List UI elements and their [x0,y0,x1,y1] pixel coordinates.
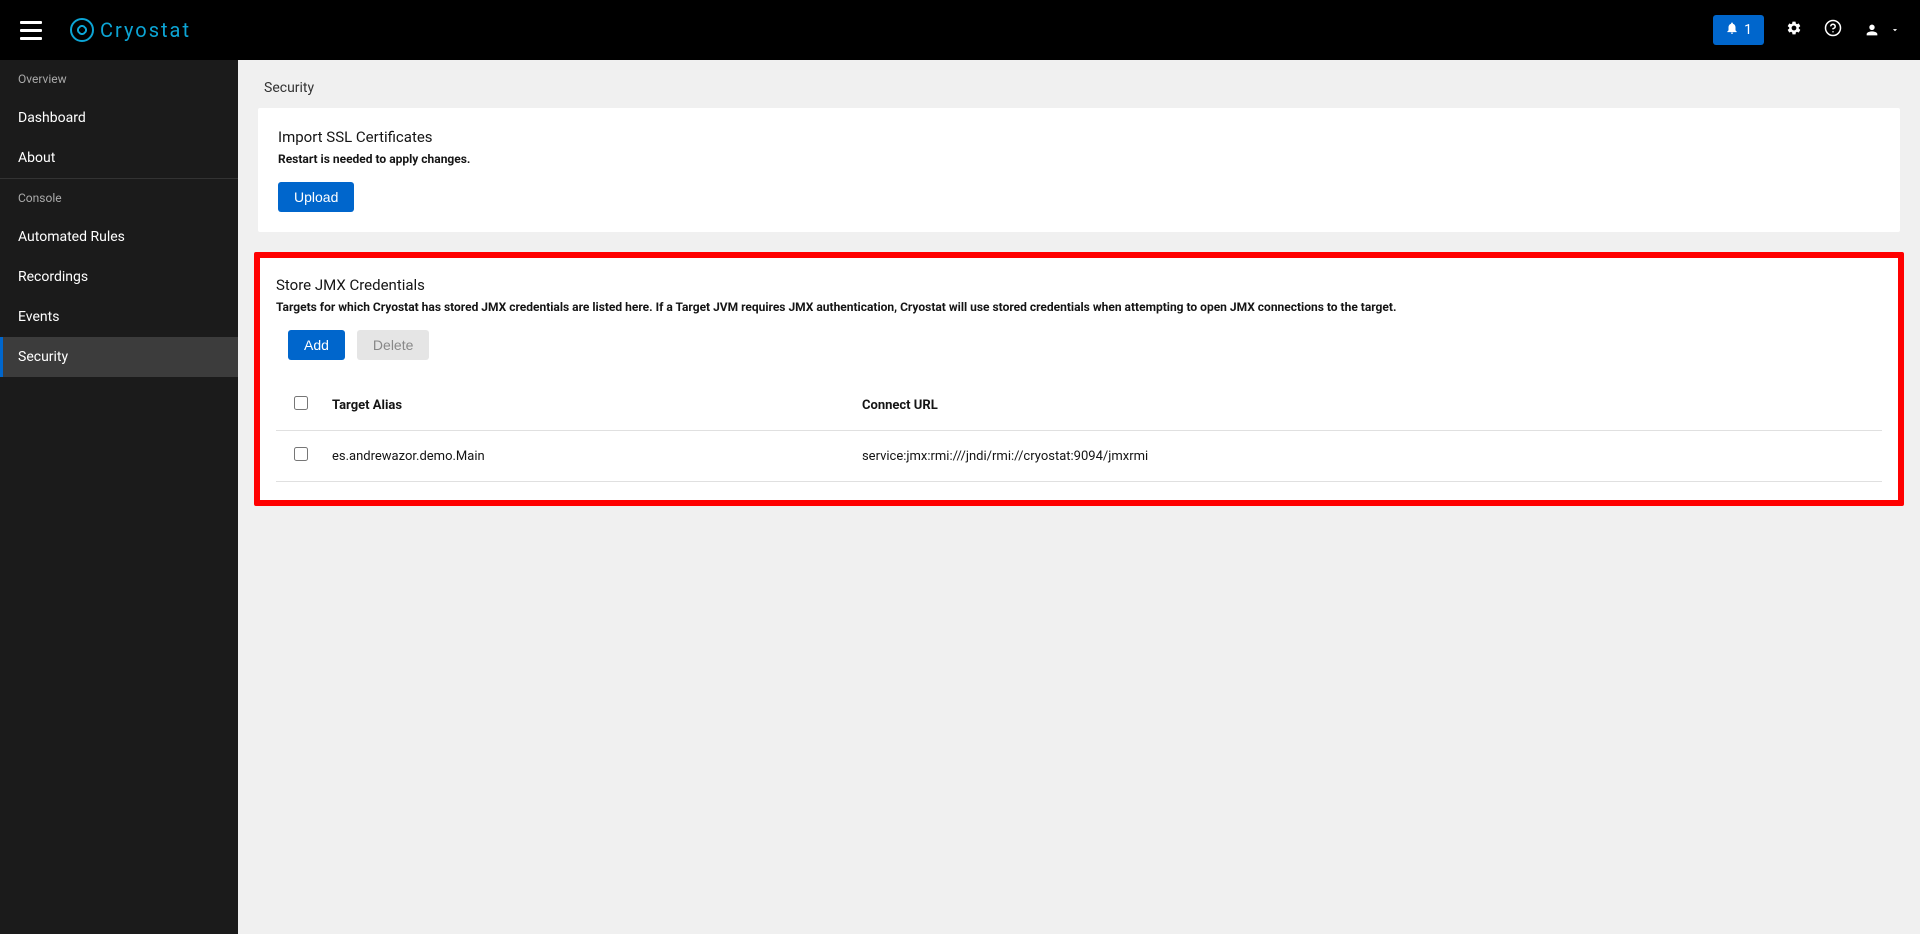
page-title: Security [258,80,1900,96]
sidebar-section-title-console: Console [0,179,238,217]
sidebar-item-about[interactable]: About [0,138,238,178]
select-all-cell [276,380,320,431]
caret-down-icon [1890,25,1900,35]
ssl-certificates-card: Import SSL Certificates Restart is neede… [258,108,1900,232]
sidebar-item-automated-rules[interactable]: Automated Rules [0,217,238,257]
help-button[interactable] [1824,19,1842,41]
table-row: es.andrewazor.demo.Main service:jmx:rmi:… [276,431,1882,482]
hamburger-menu-button[interactable] [20,21,42,40]
sidebar-item-security[interactable]: Security [0,337,238,377]
settings-button[interactable] [1786,20,1802,40]
row-checkbox-cell [276,431,320,482]
select-all-checkbox[interactable] [294,396,308,410]
jmx-card-title: Store JMX Credentials [276,276,1882,294]
brand-logo[interactable]: Cryostat [70,18,191,42]
user-menu-button[interactable] [1864,22,1900,38]
column-header-url: Connect URL [850,380,1882,431]
user-icon [1864,22,1880,38]
cryostat-icon [70,18,94,42]
sidebar-section-title-overview: Overview [0,60,238,98]
sidebar-section-console: Console Automated Rules Recordings Event… [0,179,238,377]
gear-icon [1786,20,1802,36]
header-right: 1 [1713,15,1900,45]
ssl-card-title: Import SSL Certificates [278,128,1880,146]
row-checkbox[interactable] [294,447,308,461]
header-left: Cryostat [20,18,191,42]
sidebar-item-recordings[interactable]: Recordings [0,257,238,297]
column-header-alias: Target Alias [320,380,850,431]
sidebar-section-overview: Overview Dashboard About [0,60,238,179]
content-area: Security Import SSL Certificates Restart… [238,60,1920,934]
sidebar-item-dashboard[interactable]: Dashboard [0,98,238,138]
main-container: Overview Dashboard About Console Automat… [0,60,1920,934]
upload-button[interactable]: Upload [278,182,354,212]
notification-count: 1 [1744,22,1752,38]
help-icon [1824,19,1842,37]
jmx-credentials-card: Store JMX Credentials Targets for which … [254,252,1904,506]
sidebar-item-events[interactable]: Events [0,297,238,337]
bell-icon [1725,21,1739,39]
ssl-card-subtext: Restart is needed to apply changes. [278,152,1880,166]
table-header-row: Target Alias Connect URL [276,380,1882,431]
jmx-button-group: Add Delete [276,330,1882,360]
jmx-card-subtext: Targets for which Cryostat has stored JM… [276,300,1882,314]
cell-url: service:jmx:rmi:///jndi/rmi://cryostat:9… [850,431,1882,482]
notification-button[interactable]: 1 [1713,15,1764,45]
credentials-table: Target Alias Connect URL es.andrewazor.d… [276,380,1882,482]
cell-alias: es.andrewazor.demo.Main [320,431,850,482]
sidebar: Overview Dashboard About Console Automat… [0,60,238,934]
brand-text: Cryostat [100,18,191,42]
delete-button[interactable]: Delete [357,330,429,360]
add-button[interactable]: Add [288,330,345,360]
header-bar: Cryostat 1 [0,0,1920,60]
